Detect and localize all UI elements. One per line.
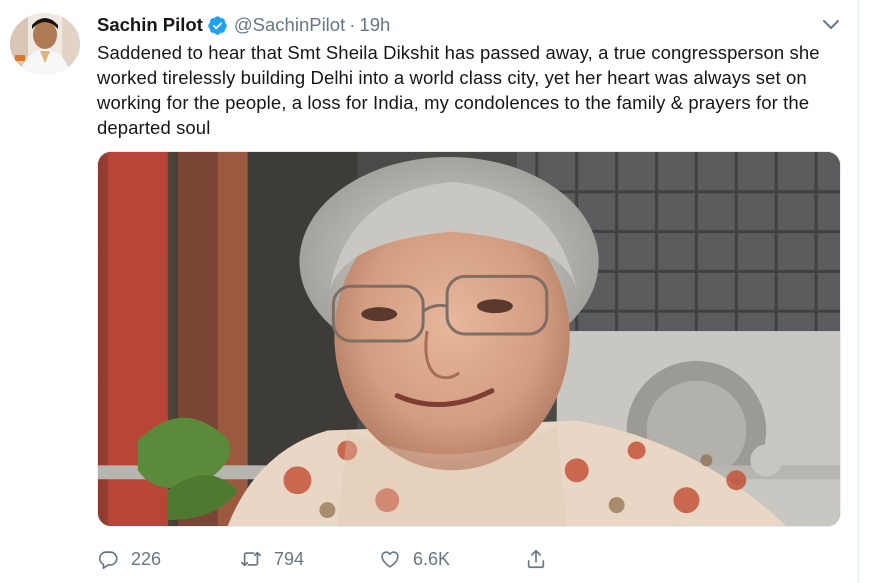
like-count: 6.6K bbox=[413, 548, 451, 569]
author-name[interactable]: Sachin Pilot bbox=[97, 14, 203, 36]
avatar[interactable] bbox=[10, 13, 80, 75]
reply-button[interactable]: 226 bbox=[97, 548, 243, 570]
tweet-photo[interactable] bbox=[97, 151, 841, 527]
timestamp[interactable]: 19h bbox=[359, 14, 390, 36]
verified-badge-icon bbox=[207, 15, 228, 36]
retweet-count: 794 bbox=[274, 548, 305, 569]
chevron-down-icon[interactable] bbox=[822, 18, 840, 30]
right-divider bbox=[858, 0, 875, 583]
retweet-icon bbox=[241, 551, 261, 567]
tweet-actions: 226 794 6.6K bbox=[97, 544, 559, 574]
like-button[interactable]: 6.6K bbox=[379, 548, 525, 570]
tweet-header: Sachin Pilot @SachinPilot · 19h bbox=[97, 13, 390, 37]
retweet-button[interactable]: 794 bbox=[240, 548, 386, 570]
share-icon bbox=[527, 549, 545, 569]
author-handle[interactable]: @SachinPilot bbox=[234, 14, 345, 36]
share-button[interactable] bbox=[525, 548, 559, 570]
reply-count: 226 bbox=[131, 548, 162, 569]
heart-icon bbox=[381, 551, 399, 568]
reply-icon bbox=[98, 551, 118, 569]
tweet-text: Saddened to hear that Smt Sheila Dikshit… bbox=[97, 42, 820, 138]
separator-dot: · bbox=[349, 14, 356, 35]
tweet-card[interactable]: Sachin Pilot @SachinPilot · 19h Saddened… bbox=[0, 0, 858, 583]
